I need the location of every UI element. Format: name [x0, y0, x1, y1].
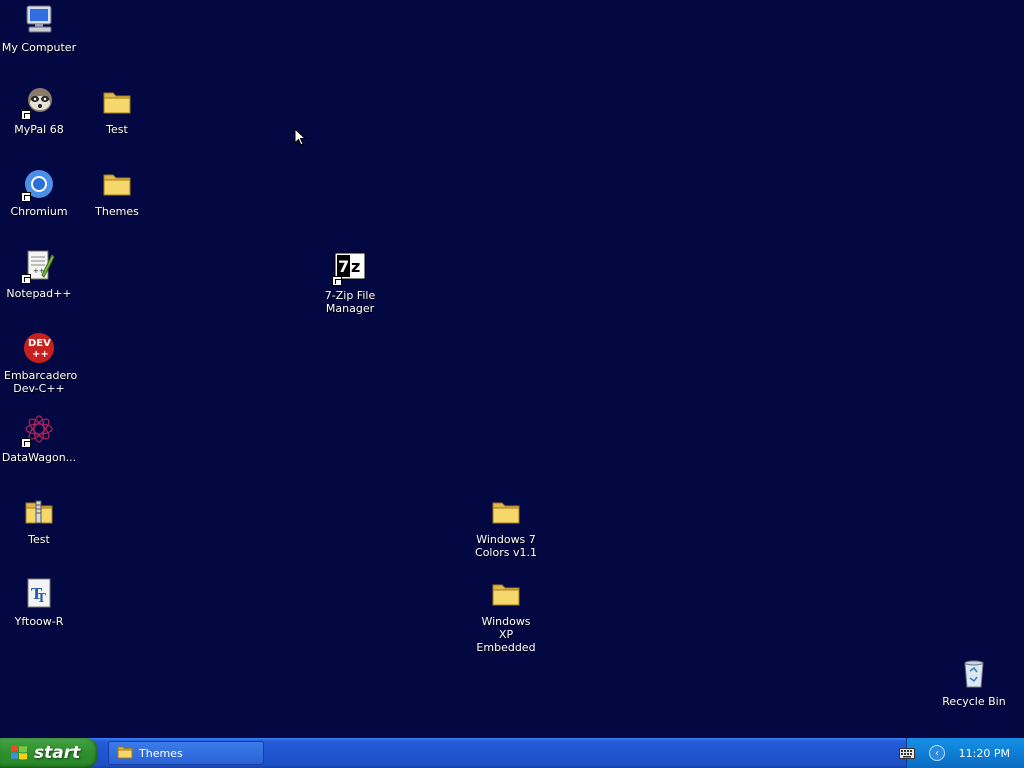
desktop-icon-label: Windows XP Embedded [476, 615, 536, 654]
dev-cpp-icon: DEV ++ [22, 331, 56, 365]
desktop-icon-label: Recycle Bin [942, 695, 1006, 708]
svg-text:++: ++ [33, 267, 45, 275]
desktop-icon-test-zip[interactable]: Test [0, 495, 78, 546]
desktop-icon-devcpp[interactable]: DEV ++ Embarcadero Dev-C++ [0, 331, 78, 395]
raccoon-browser-icon [21, 85, 56, 120]
shortcut-arrow-icon [332, 276, 342, 286]
desktop-icon-label: Notepad++ [6, 287, 72, 300]
desktop: My Computer MyPal 68 Test Chromium Theme… [0, 0, 1024, 738]
folder-icon [117, 745, 133, 762]
folder-icon [100, 167, 134, 201]
mouse-cursor-icon [294, 127, 307, 149]
desktop-icon-label: Chromium [10, 205, 68, 218]
folder-icon [100, 85, 134, 119]
folder-icon [489, 495, 523, 529]
desktop-icon-winxp-embedded[interactable]: Windows XP Embedded [467, 577, 545, 654]
taskbar-button-label: Themes [139, 746, 183, 760]
svg-text:T: T [37, 591, 46, 605]
desktop-icon-label: Yftoow-R [14, 615, 64, 628]
desktop-icon-label: MyPal 68 [14, 123, 64, 136]
desktop-icon-label: Embarcadero Dev-C++ [4, 369, 78, 395]
desktop-icon-notepadpp[interactable]: ++ Notepad++ [0, 249, 78, 300]
desktop-icon-label: Test [106, 123, 128, 136]
desktop-icon-chromium[interactable]: Chromium [0, 167, 78, 218]
show-hidden-icons-chevron-icon[interactable]: ‹ [929, 745, 945, 761]
desktop-icon-label: Themes [95, 205, 139, 218]
seven-zip-icon: 7 z [332, 251, 367, 286]
taskbar-button-themes[interactable]: Themes [108, 741, 264, 765]
font-file-icon: T T [22, 577, 56, 611]
start-button[interactable]: start [0, 738, 98, 768]
shortcut-arrow-icon [21, 110, 31, 120]
svg-text:7: 7 [338, 257, 349, 276]
zip-folder-icon [22, 495, 56, 529]
desktop-icon-label: DataWagon... [1, 451, 77, 464]
notepad-plus-plus-icon: ++ [21, 249, 56, 284]
folder-icon [489, 577, 523, 611]
svg-text:++: ++ [32, 349, 49, 360]
taskbar: start Themes ‹ 11:20 PM [0, 738, 1024, 768]
clock[interactable]: 11:20 PM [959, 747, 1010, 760]
desktop-icon-yftoow[interactable]: T T Yftoow-R [0, 577, 78, 628]
svg-text:DEV: DEV [28, 338, 51, 349]
shortcut-arrow-icon [21, 192, 31, 202]
chromium-icon [21, 167, 56, 202]
shortcut-arrow-icon [21, 274, 31, 284]
desktop-icon-label: Windows 7 Colors v1.1 [475, 533, 537, 559]
svg-text:z: z [351, 257, 360, 276]
desktop-icon-mypal[interactable]: MyPal 68 [0, 85, 78, 136]
desktop-icon-themes-folder[interactable]: Themes [78, 167, 156, 218]
keyboard-icon[interactable] [899, 748, 915, 762]
desktop-icon-win7-colors[interactable]: Windows 7 Colors v1.1 [467, 495, 545, 559]
desktop-icon-label: Test [28, 533, 50, 546]
datawagon-icon [21, 413, 56, 448]
desktop-icon-7zip[interactable]: 7 z 7-Zip File Manager [311, 251, 389, 315]
desktop-icon-label: My Computer [1, 41, 77, 54]
shortcut-arrow-icon [21, 438, 31, 448]
desktop-icon-my-computer[interactable]: My Computer [0, 3, 78, 54]
desktop-icon-datawagon[interactable]: DataWagon... [0, 413, 78, 464]
desktop-icon-recycle-bin[interactable]: Recycle Bin [935, 657, 1013, 708]
recycle-bin-icon [957, 657, 991, 691]
computer-icon [22, 3, 56, 37]
system-tray: ‹ 11:20 PM [899, 738, 1024, 768]
windows-flag-icon [10, 743, 28, 764]
desktop-icon-label: 7-Zip File Manager [324, 289, 376, 315]
desktop-icon-test-folder[interactable]: Test [78, 85, 156, 136]
start-label: start [34, 743, 81, 763]
